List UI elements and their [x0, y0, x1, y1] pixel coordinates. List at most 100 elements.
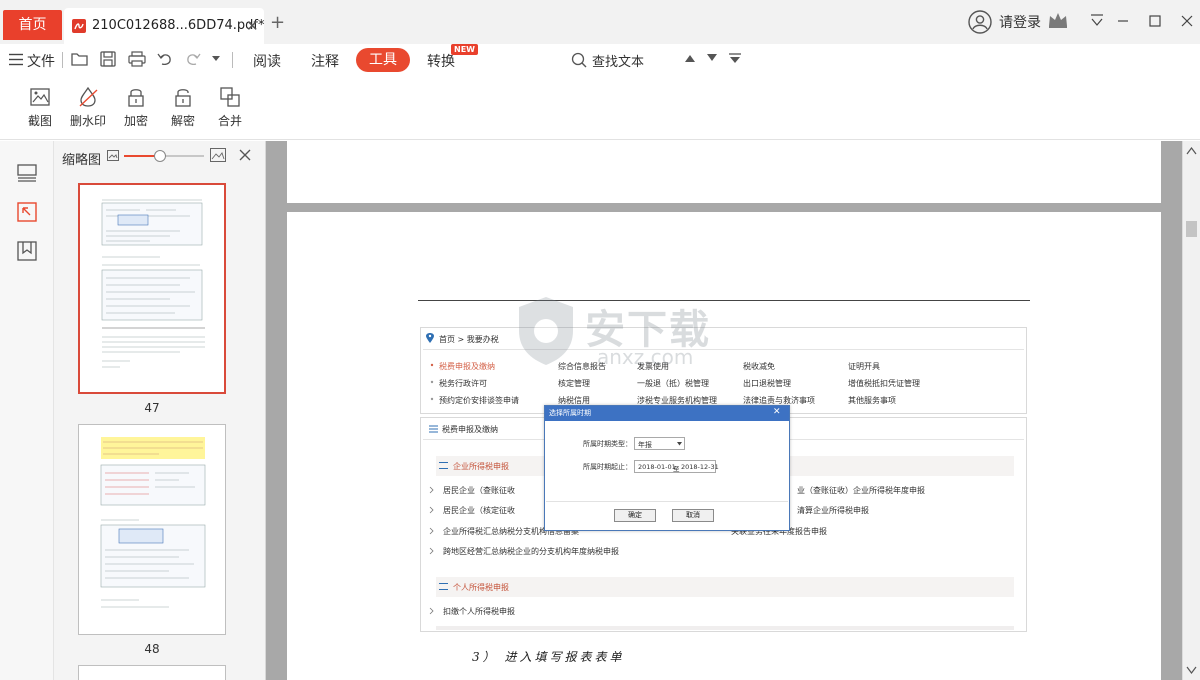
screenshot-button[interactable]: 截图 — [18, 86, 62, 129]
menu-file[interactable]: 文件 — [27, 51, 55, 71]
undo-icon[interactable] — [157, 51, 173, 67]
tax-item: 扣缴个人所得税申报 — [443, 607, 515, 616]
close-panel-icon[interactable] — [239, 149, 251, 161]
zoom-out-icon[interactable] — [107, 150, 119, 161]
login-label: 请登录 — [999, 15, 1041, 31]
thumbnail-page-number: 48 — [144, 642, 160, 656]
period-type-value: 年报 — [638, 441, 652, 449]
dialog-close-icon[interactable]: ✕ — [773, 407, 781, 417]
divider — [423, 349, 1024, 350]
merge-icon — [220, 87, 240, 107]
tab-document[interactable]: 210C012688...6DD74.pdf* ✕ — [64, 8, 264, 44]
thumbnail-panel: 缩略图 47 48 — [54, 141, 314, 680]
thumbnail-view-icon[interactable] — [17, 163, 37, 183]
merge-button[interactable]: 合并 — [208, 86, 252, 129]
close-tab-icon[interactable]: ✕ — [246, 17, 259, 35]
select-period-dialog: 选择所属时期 ✕ 所属时期类型： 年报 所属时期起止： 2018-01-01 至… — [544, 405, 790, 531]
list-icon — [439, 583, 448, 590]
shield-icon — [519, 297, 573, 365]
chevron-down-icon[interactable] — [212, 56, 220, 62]
service-item: 核定管理 — [558, 379, 590, 388]
remove-watermark-button[interactable]: 删水印 — [66, 86, 110, 129]
dialog-titlebar: 选择所属时期 ✕ — [545, 406, 789, 421]
bookmark-icon[interactable] — [17, 241, 37, 261]
handwritten-note: 3） 进入填写报表表单 — [472, 650, 625, 664]
crown-icon[interactable] — [1047, 11, 1069, 29]
date-to: 2018-12-31 — [681, 463, 719, 471]
new-tab-button[interactable]: + — [270, 14, 285, 32]
zoom-slider[interactable] — [124, 150, 204, 162]
tab-home[interactable]: 首页 — [3, 10, 62, 40]
ok-button[interactable]: 确定 — [614, 509, 656, 522]
tax-item: 跨地区经营汇总纳税企业的分支机构年度纳税申报 — [443, 547, 619, 556]
redo-icon[interactable] — [185, 51, 201, 67]
minimize-icon[interactable] — [1112, 10, 1134, 32]
section-title: 个人所得税申报 — [453, 583, 509, 592]
lock-icon — [128, 89, 144, 107]
list-icon — [439, 462, 448, 469]
thumbnail-page[interactable] — [78, 424, 226, 635]
pdf-page — [287, 141, 1161, 203]
menu-annotate[interactable]: 注释 — [311, 51, 339, 71]
menu-read[interactable]: 阅读 — [253, 51, 281, 71]
period-range-field[interactable]: 2018-01-01 至 2018-12-31 — [634, 460, 719, 473]
tool-ribbon: 截图 删水印 加密 解密 合并 — [0, 76, 1200, 140]
period-type-select[interactable]: 年报 — [634, 437, 685, 450]
decrypt-label: 解密 — [170, 114, 195, 128]
divider — [232, 52, 233, 68]
outline-icon[interactable] — [17, 202, 37, 222]
period-range-label: 所属时期起止： — [583, 463, 632, 471]
zoom-in-icon[interactable] — [210, 148, 226, 162]
service-item: 出口退税管理 — [743, 379, 791, 388]
prev-result-icon[interactable] — [684, 53, 696, 63]
menu-bar: 文件 阅读 注释 工具 转换 NEW 查找文本 — [0, 44, 1200, 76]
save-icon[interactable] — [100, 51, 116, 67]
thumbnail-page[interactable] — [78, 183, 226, 394]
location-pin-icon — [426, 333, 434, 343]
document-scrollbar[interactable] — [1182, 141, 1200, 680]
thumbnail-panel-title: 缩略图 — [62, 153, 102, 168]
service-item: 其他服务事项 — [848, 396, 896, 405]
service-item: 增值税抵扣凭证管理 — [848, 379, 920, 388]
close-window-icon[interactable] — [1176, 10, 1198, 32]
hamburger-icon[interactable] — [9, 53, 23, 66]
pdf-page: 首页 > 我要办税 税费申报及缴纳 综合信息报告 发票使用 税收减免 证明开具 … — [287, 212, 1161, 680]
tab-bar: 首页 210C012688...6DD74.pdf* ✕ + 请登录 — [0, 0, 1200, 44]
tax-item: 清算企业所得税申报 — [797, 506, 869, 515]
service-item: 一般退（抵）税管理 — [637, 379, 709, 388]
section-footer — [436, 626, 1014, 630]
next-result-icon[interactable] — [706, 53, 718, 63]
search-input[interactable]: 查找文本 — [568, 48, 678, 72]
service-item: 证明开具 — [848, 362, 880, 371]
encrypt-button[interactable]: 加密 — [114, 86, 158, 129]
watermark-subtext: anxz.com — [597, 345, 694, 369]
chevron-down-icon — [677, 442, 682, 446]
page-rule — [418, 300, 1030, 301]
menu-tools[interactable]: 工具 — [356, 48, 410, 72]
date-separator: 至 — [673, 465, 680, 473]
maximize-icon[interactable] — [1144, 10, 1166, 32]
side-rail — [0, 141, 54, 680]
section-header: 个人所得税申报 — [436, 577, 1014, 597]
tax-item: 居民企业（查账征收 — [443, 486, 515, 495]
print-icon[interactable] — [128, 51, 146, 67]
thumbnail-page[interactable] — [78, 665, 226, 680]
screenshot-label: 截图 — [27, 114, 52, 128]
zoom-slider-handle[interactable] — [154, 150, 166, 162]
pdf-icon — [72, 19, 86, 33]
embedded-service-menu: 首页 > 我要办税 税费申报及缴纳 综合信息报告 发票使用 税收减免 证明开具 … — [420, 327, 1027, 414]
more-menu-icon[interactable] — [728, 53, 742, 65]
dropdown-menu-icon[interactable] — [1086, 10, 1108, 32]
remove-watermark-label: 删水印 — [69, 114, 106, 128]
service-item: 税收减免 — [743, 362, 775, 371]
thumbnail-page-number: 47 — [144, 401, 160, 415]
search-placeholder: 查找文本 — [592, 55, 645, 70]
new-badge: NEW — [451, 44, 478, 55]
divider — [62, 52, 63, 68]
cancel-button[interactable]: 取消 — [672, 509, 714, 522]
document-viewport[interactable]: 首页 > 我要办税 税费申报及缴纳 综合信息报告 发票使用 税收减免 证明开具 … — [266, 141, 1182, 680]
open-folder-icon[interactable] — [71, 51, 89, 67]
site-watermark: 安下载 anxz.com — [515, 295, 709, 369]
dialog-title: 选择所属时期 — [549, 409, 591, 417]
decrypt-button[interactable]: 解密 — [161, 86, 205, 129]
